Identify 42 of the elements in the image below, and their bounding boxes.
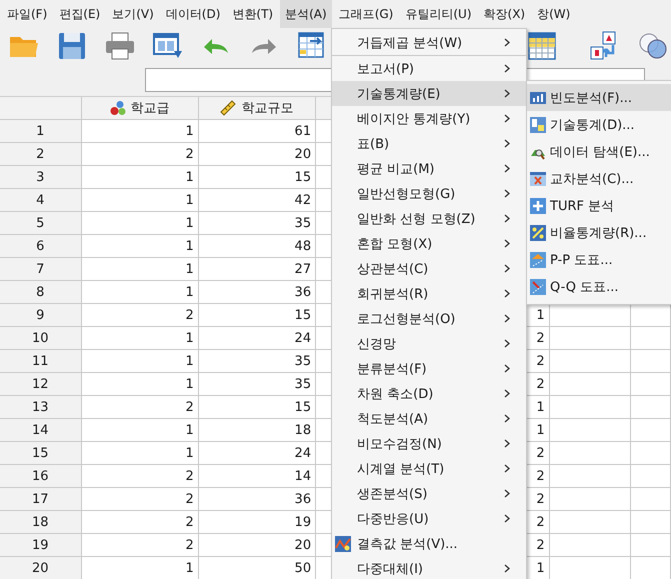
table-cell: 48	[198, 235, 316, 258]
table-cell: 36	[198, 488, 316, 511]
table-cell: 61	[198, 120, 316, 143]
table-cell: 1	[82, 189, 199, 212]
table-cell: 24	[198, 442, 316, 465]
table-cell: 2	[82, 534, 199, 557]
table-cell: 1	[82, 212, 199, 235]
table-cell: 1	[82, 557, 199, 579]
table-cell: 42	[198, 189, 316, 212]
table-cell: 15	[198, 166, 316, 189]
table-cell: 2	[82, 465, 199, 488]
table-cell: 1	[82, 281, 199, 304]
table-cell: 36	[198, 281, 316, 304]
table-cell: 18	[198, 419, 316, 442]
table-cell: 1	[82, 258, 199, 281]
table-cell: 1	[82, 235, 199, 258]
table-cell: 50	[198, 557, 316, 579]
table-cell: 1	[82, 419, 199, 442]
table-cell: 1	[82, 350, 199, 373]
table-cell: 24	[198, 327, 316, 350]
table-cell: 35	[198, 350, 316, 373]
table-cell: 20	[198, 534, 316, 557]
table-cell: 35	[198, 373, 316, 396]
table-cell: 15	[198, 396, 316, 419]
table-cell: 1	[82, 166, 199, 189]
table-cell: 2	[82, 143, 199, 166]
table-cell: 1	[82, 120, 199, 143]
table-cell: 2	[82, 304, 199, 327]
table-cell: 1	[82, 327, 199, 350]
table-cell: 20	[198, 143, 316, 166]
table-cell: 2	[82, 396, 199, 419]
table-cell: 15	[198, 304, 316, 327]
table-cell: 27	[198, 258, 316, 281]
table-cell: 14	[198, 465, 316, 488]
table-cell: 2	[82, 511, 199, 534]
column-name: 학교급	[130, 100, 170, 117]
table-cell: 19	[198, 511, 316, 534]
column-name: 학교규모	[241, 100, 294, 117]
table-cell: 1	[82, 442, 199, 465]
table-cell: 35	[198, 212, 316, 235]
table-cell: 2	[82, 488, 199, 511]
table-cell: 1	[82, 373, 199, 396]
